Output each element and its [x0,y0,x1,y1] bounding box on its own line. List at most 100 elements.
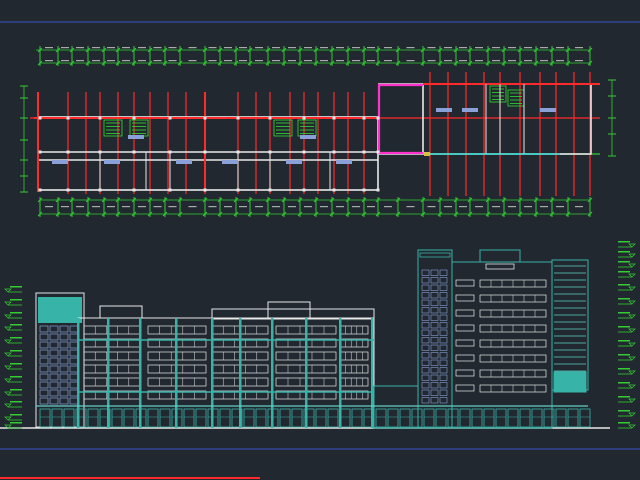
storefront-bay [315,408,327,428]
storefront-bay [39,408,51,428]
dim-mark [288,60,296,62]
dim-mark [239,206,247,208]
storefront-bay [279,408,291,428]
dim-mark [320,60,328,62]
tower-window [39,389,49,397]
level-text-mark [618,396,630,398]
shaft-window [439,299,448,306]
column [376,116,380,120]
level-text-mark [618,271,630,273]
pilaster [77,318,80,428]
level-triangle [4,391,12,396]
dim-mark [92,47,100,49]
dim-mark [556,206,564,208]
dim-mark [459,206,467,208]
left-tower-cap [38,297,82,323]
tower-window [59,389,69,397]
shaft-window [421,382,430,389]
storefront-bay [147,408,159,428]
shaft-window [430,359,439,366]
column [132,188,136,192]
shaft-window [439,322,448,329]
storefront-bay [351,408,363,428]
window-band [339,351,369,361]
column [66,116,70,120]
dim-mark [138,206,146,208]
column [66,188,70,192]
level-triangle [4,416,12,421]
tower-window-small [455,279,475,287]
tower-window [69,389,79,397]
shaft-window [439,329,448,336]
dim-mark [459,60,467,62]
level-text-mark [618,261,630,263]
dim-mark [475,47,483,49]
column [168,188,172,192]
dim-mark [188,47,197,49]
dim-mark [575,60,583,62]
dim-mark [288,47,296,49]
tower-window [49,341,59,349]
storefront-bay [255,408,267,428]
column [38,188,42,192]
storefront-bay [291,408,303,428]
level-triangle [628,314,636,319]
tower-window [59,333,69,341]
dim-mark [188,60,197,62]
marker [424,152,430,156]
column [302,150,306,154]
dim-mark [492,47,500,49]
tower-window [69,365,79,373]
storefront-bay [507,408,519,428]
level-triangle [4,378,12,383]
shaft-window [430,314,439,321]
shaft-window [439,374,448,381]
level-triangle [4,288,12,293]
level-text-mark [618,326,630,328]
storefront-bay [435,408,447,428]
dim-mark [224,206,232,208]
level-triangle [4,365,12,370]
tower-right-cap [553,371,587,393]
dim-mark [168,206,177,208]
level-text-mark [618,251,630,253]
storefront-bay [555,408,567,428]
storefront-bay [123,408,135,428]
level-text-mark [10,363,22,365]
level-text-mark [10,324,22,326]
dim-mark [107,60,115,62]
dim-mark [444,206,452,208]
shaft-window [430,382,439,389]
tower-window [69,349,79,357]
storefront-bay [567,408,579,428]
pilaster [211,318,214,428]
shaft-window [439,307,448,314]
dim-mark [475,206,483,208]
tower-window [49,389,59,397]
level-text-mark [10,299,22,301]
dim-mark [367,47,375,49]
dim-mark [384,47,392,49]
storefront-bay [183,408,195,428]
dim-mark [540,47,548,49]
window-band [339,325,369,335]
column [236,116,240,120]
dim-mark [304,206,312,208]
shaft-window [439,367,448,374]
shaft-window [439,359,448,366]
left-block [35,292,375,429]
tower-window [49,397,59,405]
column [332,150,336,154]
storefront-bay [471,408,483,428]
shaft-window [421,314,430,321]
tower-window-small [455,354,475,362]
dim-mark [575,47,583,49]
shaft-window [439,284,448,291]
storefront-bay [459,408,471,428]
dim-mark [406,47,415,49]
dim-mark [255,60,263,62]
dim-mark [255,206,263,208]
dim-mark [427,47,436,49]
level-triangle [4,403,12,408]
level-text-mark [618,340,630,342]
